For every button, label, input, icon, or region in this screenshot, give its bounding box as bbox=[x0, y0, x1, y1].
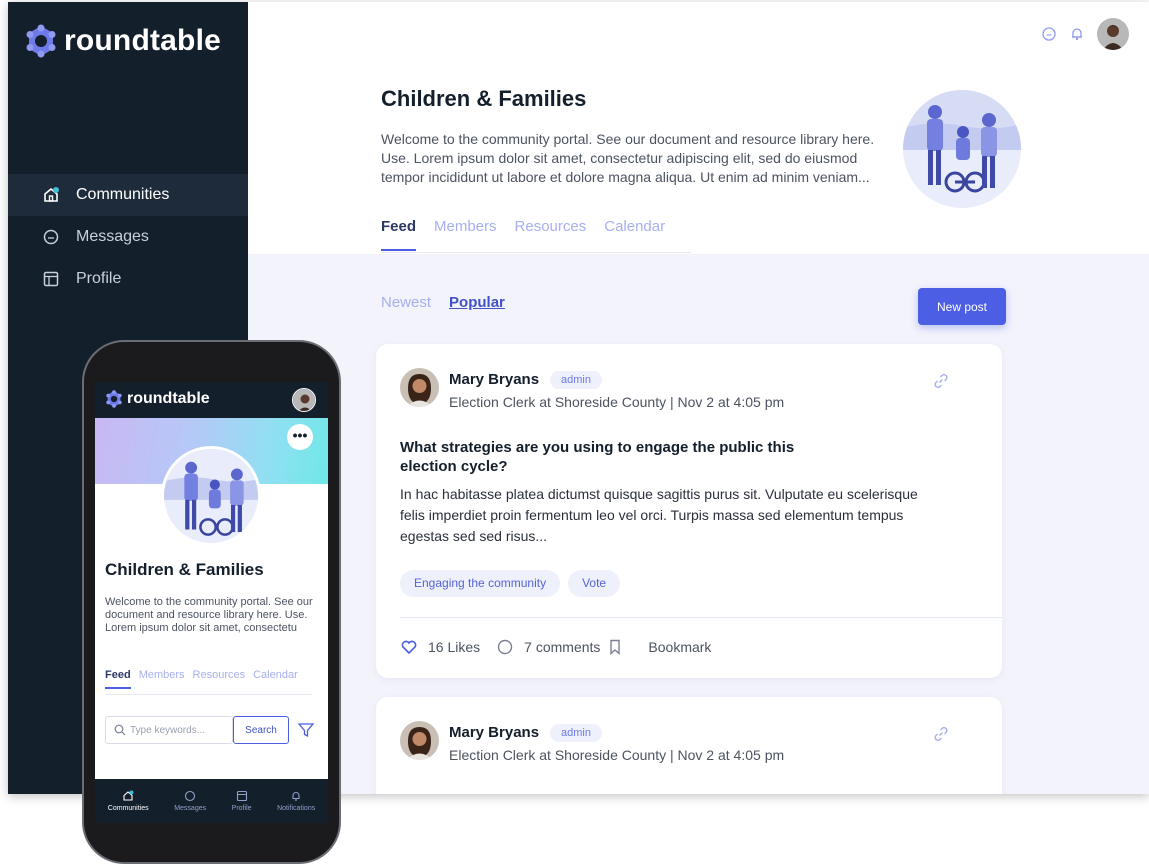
new-post-button[interactable]: New post bbox=[918, 288, 1006, 325]
post-title[interactable]: What strategies are you using to engage … bbox=[400, 438, 810, 476]
tab-members[interactable]: Members bbox=[139, 669, 185, 689]
post-meta: Election Clerk at Shoreside County | Nov… bbox=[449, 747, 785, 763]
sidebar-item-label: Communities bbox=[76, 186, 170, 203]
likes-count[interactable]: 16 Likes bbox=[428, 639, 480, 655]
search-input[interactable]: Type keywords... bbox=[105, 716, 233, 744]
comment-icon[interactable] bbox=[496, 638, 514, 656]
tab-resources[interactable]: Resources bbox=[193, 669, 246, 689]
screenshot-stage: roundtable Communities Messages Profile … bbox=[0, 0, 1149, 864]
tab-calendar[interactable]: Calendar bbox=[604, 218, 665, 251]
sidebar-item-label: Messages bbox=[76, 228, 149, 245]
phone-tabs: Feed Members Resources Calendar bbox=[105, 669, 298, 689]
sidebar-item-label: Profile bbox=[76, 270, 122, 287]
phone-screen: roundtable ••• Children & Families Welco… bbox=[95, 382, 328, 823]
community-tabs: Feed Members Resources Calendar bbox=[381, 218, 665, 251]
sidebar-item-messages[interactable]: Messages bbox=[8, 216, 259, 258]
tag-chip[interactable]: Engaging the community bbox=[400, 570, 561, 597]
author-name[interactable]: Mary Bryans bbox=[449, 371, 539, 388]
user-avatar[interactable] bbox=[1097, 18, 1129, 50]
community-hero-image bbox=[903, 90, 1021, 208]
chat-icon bbox=[42, 228, 60, 246]
sidebar-item-profile[interactable]: Profile bbox=[8, 258, 259, 300]
community-header: Children & Families Welcome to the commu… bbox=[248, 2, 1149, 254]
community-hero-image bbox=[161, 446, 261, 546]
author-avatar[interactable] bbox=[400, 368, 439, 407]
link-icon[interactable] bbox=[932, 725, 950, 743]
bottom-nav-label: Profile bbox=[231, 805, 252, 812]
bookmark-icon[interactable] bbox=[606, 638, 624, 656]
tab-feed[interactable]: Feed bbox=[381, 218, 417, 251]
role-badge: admin bbox=[550, 371, 602, 389]
phone-app-name: roundtable bbox=[127, 390, 210, 407]
bottom-nav-profile[interactable]: Profile bbox=[232, 790, 252, 812]
chat-icon bbox=[184, 790, 196, 802]
phone-bottom-nav: Communities Messages Profile Notificatio… bbox=[95, 779, 328, 823]
bottom-nav-messages[interactable]: Messages bbox=[174, 790, 206, 812]
tab-calendar[interactable]: Calendar bbox=[253, 669, 298, 689]
profile-icon bbox=[42, 270, 60, 288]
bottom-nav-notifications[interactable]: Notifications bbox=[277, 790, 315, 812]
bottom-nav-communities[interactable]: Communities bbox=[108, 790, 149, 812]
bell-icon bbox=[290, 790, 302, 802]
filter-icon[interactable] bbox=[297, 721, 315, 739]
author-name[interactable]: Mary Bryans bbox=[449, 724, 539, 741]
post-meta: Election Clerk at Shoreside County | Nov… bbox=[449, 394, 785, 410]
author-avatar[interactable] bbox=[400, 721, 439, 760]
phone-mockup: roundtable ••• Children & Families Welco… bbox=[82, 340, 341, 864]
user-avatar[interactable] bbox=[292, 388, 316, 412]
search-button[interactable]: Search bbox=[233, 716, 289, 744]
phone-logo[interactable]: roundtable bbox=[105, 390, 210, 408]
app-logo[interactable]: roundtable bbox=[24, 24, 221, 58]
comments-count[interactable]: 7 comments bbox=[524, 639, 600, 655]
post-card: Mary Bryans admin Election Clerk at Shor… bbox=[376, 344, 1002, 678]
tabs-divider bbox=[105, 694, 312, 695]
main-content: Children & Families Welcome to the commu… bbox=[248, 2, 1149, 794]
sort-newest[interactable]: Newest bbox=[381, 294, 431, 311]
post-body: In hac habitasse platea dictumst quisque… bbox=[400, 486, 918, 544]
app-name: roundtable bbox=[64, 24, 221, 57]
sidebar-nav: Communities Messages Profile bbox=[8, 174, 259, 300]
role-badge: admin bbox=[550, 724, 602, 742]
phone-topbar: roundtable bbox=[95, 382, 328, 418]
phone-page-title: Children & Families bbox=[105, 560, 264, 579]
chat-icon[interactable] bbox=[1041, 26, 1057, 42]
search-icon bbox=[114, 724, 126, 736]
heart-icon[interactable] bbox=[400, 638, 418, 656]
tabs-divider bbox=[381, 252, 691, 253]
bottom-nav-label: Notifications bbox=[277, 805, 316, 812]
tab-members[interactable]: Members bbox=[434, 218, 497, 251]
link-icon[interactable] bbox=[932, 372, 950, 390]
bell-icon[interactable] bbox=[1069, 26, 1085, 42]
post-tags: Engaging the community Vote bbox=[400, 570, 621, 597]
feed-sort: Newest Popular bbox=[381, 294, 505, 311]
tab-feed[interactable]: Feed bbox=[105, 669, 131, 689]
tab-resources[interactable]: Resources bbox=[515, 218, 587, 251]
profile-icon bbox=[236, 790, 248, 802]
bottom-nav-label: Messages bbox=[174, 805, 207, 812]
logo-icon bbox=[106, 390, 122, 408]
community-description: Welcome to the community portal. See our… bbox=[381, 131, 875, 185]
home-icon bbox=[42, 186, 60, 204]
bottom-nav-label: Communities bbox=[107, 805, 149, 812]
post-divider bbox=[400, 617, 1002, 618]
sort-popular[interactable]: Popular bbox=[449, 294, 505, 311]
top-actions bbox=[1041, 18, 1129, 50]
search-placeholder: Type keywords... bbox=[130, 724, 206, 736]
sidebar-item-communities[interactable]: Communities bbox=[8, 174, 259, 216]
post-actions: 16 Likes 7 comments Bookmark bbox=[400, 638, 711, 656]
more-options-button[interactable]: ••• bbox=[287, 424, 313, 450]
bookmark-label[interactable]: Bookmark bbox=[648, 639, 711, 655]
logo-icon bbox=[26, 24, 56, 58]
home-icon bbox=[122, 790, 134, 802]
tag-chip[interactable]: Vote bbox=[568, 570, 621, 597]
phone-description: Welcome to the community portal. See our… bbox=[105, 596, 313, 634]
page-title: Children & Families bbox=[381, 86, 587, 111]
post-card: Mary Bryans admin Election Clerk at Shor… bbox=[376, 697, 1002, 794]
